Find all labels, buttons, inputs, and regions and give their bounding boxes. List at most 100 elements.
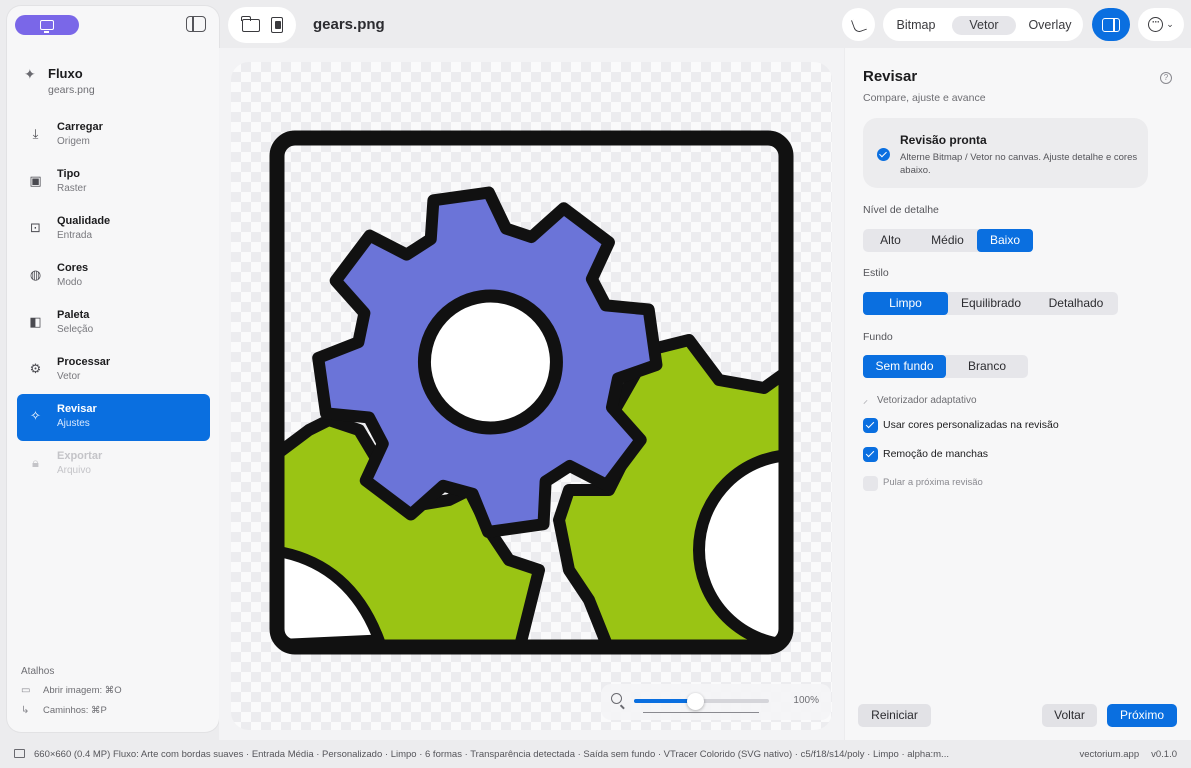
detail-baixo[interactable]: Baixo [977,229,1033,252]
zoom-slider[interactable] [634,693,769,710]
swatches-icon: ◧ [29,314,42,329]
step-sub: Seleção [57,324,94,335]
sidebar-item-carregar[interactable]: ⤓ Carregar Origem [17,112,210,159]
checkbox[interactable] [863,476,878,491]
sidebar: ✦ Fluxo gears.png ⤓ Carregar Origem ▣ Ti… [7,6,219,732]
ready-title: Revisão pronta [900,133,987,147]
view-bitmap[interactable]: Bitmap [889,16,943,35]
step-name: Processar [57,356,111,368]
document-icon[interactable] [270,17,283,33]
more-menu-button[interactable]: ··· ⌄ [1138,8,1184,41]
review-panel: Revisar Compare, ajuste e avance ? Revis… [845,48,1191,740]
sidebar-item-cores[interactable]: ◍ Cores Modo [17,253,210,300]
sidebar-item-tipo[interactable]: ▣ Tipo Raster [17,159,210,206]
view-mode-switch: Bitmap Vetor Overlay [883,8,1083,41]
sidebar-item-paleta[interactable]: ◧ Paleta Seleção [17,300,210,347]
lock-icon: 🔒︎ [32,455,39,470]
style-equilibrado[interactable]: Equilibrado [948,292,1034,315]
step-sub: Vetor [57,371,81,382]
shortcuts: Atalhos ▭ Abrir imagem: ⌘O ↳ Caminhos: ⌘… [21,666,122,724]
shortcut-label: Caminhos: ⌘P [43,705,107,716]
checkbox-label: Pular a próxima revisão [883,477,983,488]
shortcut-open-image: ▭ Abrir imagem: ⌘O [21,684,122,704]
background-segmented: Sem fundo Branco [863,355,1028,378]
images-icon: ▣ [29,173,42,188]
background-label: Fundo [863,331,893,343]
monitor-plus-icon [40,20,54,33]
download-icon: ⤓ [32,126,39,141]
palette-icon: ◍ [29,267,42,282]
adaptive-vectorizer: ⸝ Vetorizador adaptativo [863,392,977,406]
step-name: Qualidade [57,215,111,227]
step-sub: Modo [57,277,83,288]
detail-medio[interactable]: Médio [918,229,977,252]
detail-alto[interactable]: Alto [863,229,918,252]
step-sub: Origem [57,136,90,147]
status-bar: 660×660 (0.4 MP) Fluxo: Arte com bordas … [0,740,1191,768]
zoom-icon [611,693,622,704]
sidebar-item-processar[interactable]: ⚙ Processar Vetor [17,347,210,394]
shortcuts-title: Atalhos [21,666,55,677]
view-vetor[interactable]: Vetor [952,16,1016,35]
style-limpo[interactable]: Limpo [863,292,948,315]
shortcut-paths: ↳ Caminhos: ⌘P [21,704,107,724]
adaptive-label: Vetorizador adaptativo [877,395,977,406]
site-label: vectorium.app [1079,749,1140,760]
magic-wand-icon: ⸝ [863,395,868,406]
gears-icon: ⚙ [29,361,42,376]
vector-preview [269,130,794,655]
checkbox-label: Remoção de manchas [883,448,989,460]
bg-sem-fundo[interactable]: Sem fundo [863,355,946,378]
file-toolbar [228,7,296,43]
step-sub: Raster [57,183,87,194]
canvas[interactable]: 100% [231,62,832,730]
reset-button[interactable]: Reiniciar [858,704,931,727]
folder-icon[interactable] [240,15,260,32]
view-overlay[interactable]: Overlay [1021,16,1079,35]
sidebar-right-icon [1102,17,1120,32]
chevron-down-icon: ⌄ [1166,19,1174,29]
style-segmented: Limpo Equilibrado Detalhado [863,292,1118,315]
back-button[interactable]: Voltar [1042,704,1097,727]
zoom-ticks [643,712,759,713]
review-subtitle: Compare, ajuste e avance [863,92,986,104]
version-label: v0.1.0 [1151,749,1177,760]
image-icon: ▭ [21,685,31,696]
route-icon [850,15,867,34]
sparkle-icon: ✦ [24,66,36,82]
step-sub: Arquivo [57,465,91,476]
canvas-area: 100% [219,48,844,740]
zoom-slider-fill [634,699,695,703]
status-text: 660×660 (0.4 MP) Fluxo: Arte com bordas … [34,749,949,760]
status-right: vectorium.app v0.1.0 [1079,749,1177,760]
sidebar-toggle-icon[interactable] [186,16,206,32]
review-ready-card: Revisão pronta Alterne Bitmap / Vetor no… [863,118,1148,188]
ellipsis-icon: ··· [1148,17,1164,32]
style-detalhado[interactable]: Detalhado [1034,292,1118,315]
quality-icon: ⊡ [30,220,41,235]
inspector-toggle-button[interactable] [1092,8,1130,41]
path-icon: ↳ [21,705,30,716]
flow-title: Fluxo [48,66,83,81]
checkbox[interactable] [863,447,878,462]
detail-label: Nível de detalhe [863,204,939,216]
zoom-slider-handle[interactable] [686,693,704,710]
check-circle-icon [877,148,890,161]
next-button[interactable]: Próximo [1107,704,1177,727]
step-name: Carregar [57,121,103,133]
sidebar-item-qualidade[interactable]: ⊡ Qualidade Entrada [17,206,210,253]
detail-segmented: Alto Médio Baixo [863,229,1033,252]
help-icon[interactable]: ? [1160,72,1172,84]
bg-branco[interactable]: Branco [946,355,1028,378]
file-name: gears.png [313,16,385,33]
sidebar-item-revisar[interactable]: ✧ Revisar Ajustes [17,394,210,441]
review-title: Revisar [863,68,918,85]
image-icon [14,749,25,758]
step-name: Exportar [57,450,103,462]
step-name: Tipo [57,168,81,180]
sparkle-icon: ✧ [30,408,41,423]
checkbox[interactable] [863,418,878,433]
ready-description: Alterne Bitmap / Vetor no canvas. Ajuste… [900,152,1138,176]
paths-button[interactable] [842,8,875,41]
new-project-button[interactable] [15,15,79,35]
